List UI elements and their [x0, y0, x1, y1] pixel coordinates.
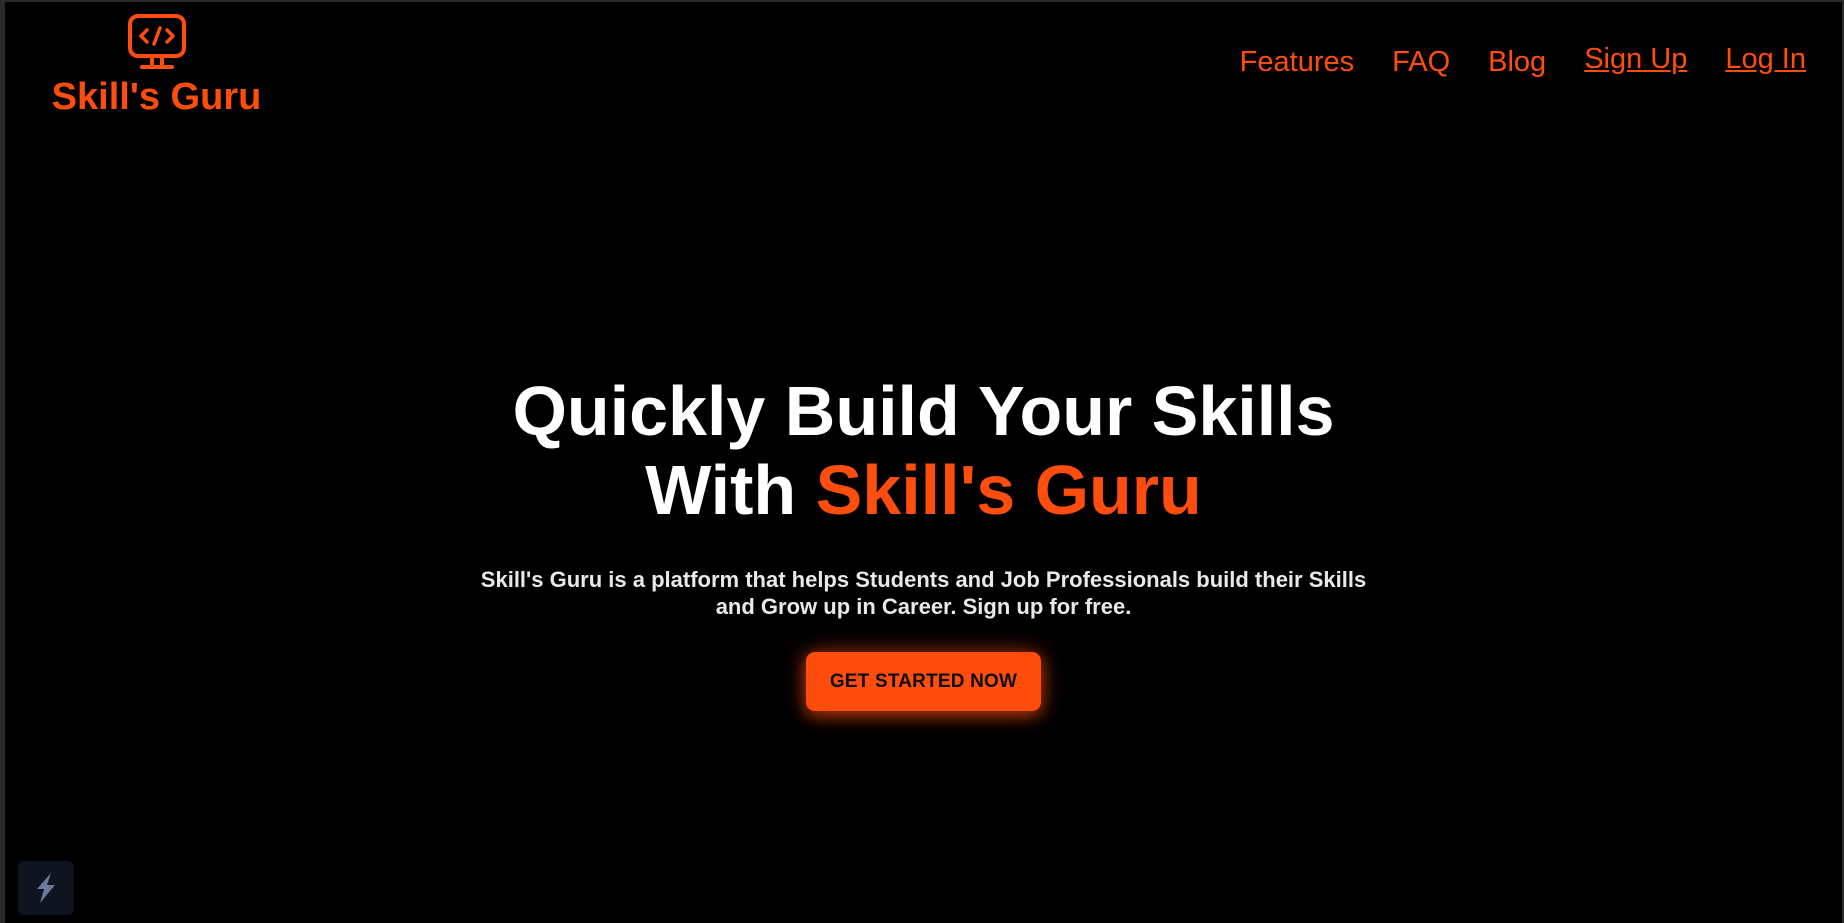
log-in-link[interactable]: Log In [1725, 43, 1806, 76]
hero-title-line1: Quickly Build Your Skills [512, 372, 1335, 450]
hero-title-accent: Skill's Guru [815, 451, 1202, 529]
page: Skill's Guru Features FAQ Blog Sign Up L… [5, 2, 1842, 923]
lightning-s-icon [37, 873, 55, 903]
hero-title-prefix: With [645, 451, 816, 529]
hero-title: Quickly Build Your Skills With Skill's G… [5, 372, 1842, 530]
sign-up-link[interactable]: Sign Up [1584, 43, 1687, 76]
hero-section: Quickly Build Your Skills With Skill's G… [5, 372, 1842, 711]
hero-subtitle: Skill's Guru is a platform that helps St… [480, 567, 1367, 619]
get-started-button[interactable]: GET STARTED NOW [805, 652, 1042, 711]
monitor-code-icon [127, 14, 186, 69]
corner-widget-button[interactable] [18, 861, 74, 915]
brand-name: Skill's Guru [51, 76, 262, 118]
top-nav: Features FAQ Blog Sign Up Log In [1202, 42, 1842, 82]
brand-logo[interactable]: Skill's Guru [49, 12, 264, 118]
nav-link-blog[interactable]: Blog [1488, 46, 1546, 79]
nav-link-features[interactable]: Features [1240, 46, 1354, 79]
nav-link-faq[interactable]: FAQ [1392, 46, 1450, 79]
